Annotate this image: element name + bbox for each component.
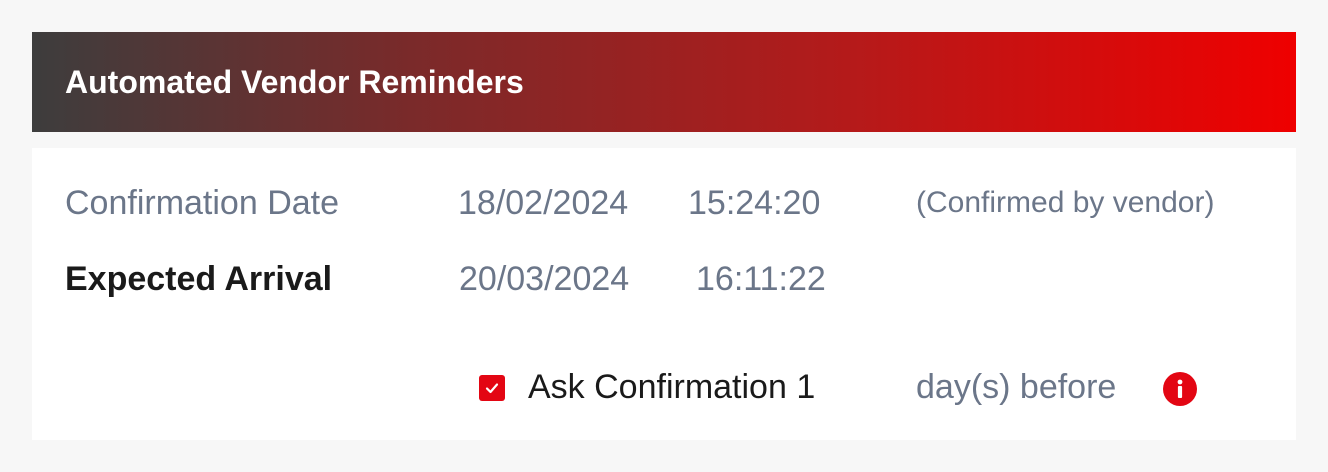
ask-confirmation-text: Ask Confirmation bbox=[528, 368, 787, 406]
confirmation-date-label: Confirmation Date bbox=[65, 184, 340, 222]
info-icon[interactable] bbox=[1163, 372, 1197, 406]
panel-body: Confirmation Date 18/02/2024 15:24:20 (C… bbox=[32, 148, 1296, 440]
info-glyph bbox=[1177, 379, 1183, 398]
confirmation-status-note: (Confirmed by vendor) bbox=[916, 186, 1215, 219]
confirmation-date-value: 18/02/2024 bbox=[458, 184, 629, 222]
expected-arrival-date[interactable]: 20/03/2024 bbox=[459, 262, 629, 296]
vendor-reminders-panel: Automated Vendor Reminders Confirmation … bbox=[32, 32, 1296, 440]
confirmation-time-value: 15:24:20 bbox=[688, 184, 821, 222]
expected-arrival-label: Expected Arrival bbox=[65, 260, 333, 298]
days-before-value[interactable]: 1 bbox=[796, 368, 815, 406]
panel-title: Automated Vendor Reminders bbox=[65, 63, 524, 100]
days-before-unit: day(s) before bbox=[916, 368, 1117, 406]
ask-confirmation-label[interactable]: Ask Confirmation 1 bbox=[528, 370, 815, 404]
ask-confirmation-checkbox[interactable] bbox=[479, 375, 505, 401]
panel-header: Automated Vendor Reminders bbox=[32, 32, 1296, 132]
expected-arrival-time[interactable]: 16:11:22 bbox=[696, 262, 826, 296]
checkmark-icon bbox=[485, 383, 499, 394]
